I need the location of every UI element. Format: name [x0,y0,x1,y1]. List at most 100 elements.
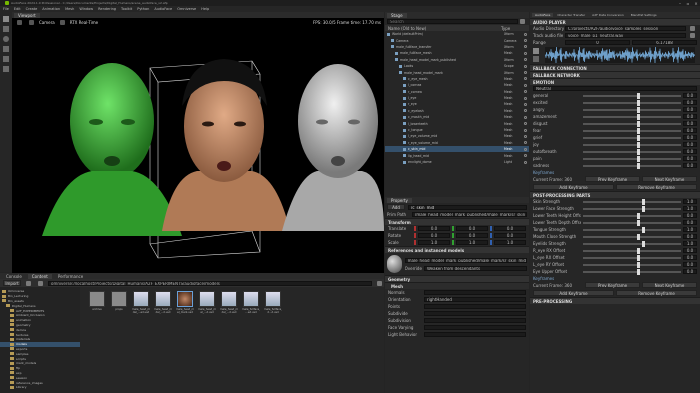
slider-knob[interactable] [636,269,640,275]
folder-icon[interactable] [690,26,695,31]
slider[interactable] [583,219,681,226]
visibility-icon[interactable] [524,58,527,62]
slider[interactable] [583,92,681,99]
file-item[interactable]: male_head_mo del_...d.usd [220,291,238,391]
add-keyframe2-button[interactable]: Add Keyframe [533,290,614,296]
stage-col-type[interactable]: Type [501,26,529,31]
visibility-icon[interactable] [524,109,527,113]
transform-value-field[interactable]: 0.0 [418,226,450,231]
tab-performance[interactable]: Performance [54,274,87,279]
menu-item[interactable]: Rendering [98,7,116,11]
slider[interactable] [583,198,681,205]
slider-value[interactable]: 0.0 [683,135,697,140]
maximize-icon[interactable]: ▫ [684,1,692,6]
slider[interactable] [583,226,681,233]
range-from-field[interactable]: 0 [565,40,630,45]
slider[interactable] [583,254,681,261]
file-item[interactable]: male_head_mod el_mark.usd [176,291,194,391]
rotate-tool-icon[interactable] [3,36,9,42]
remove-keyframe-button[interactable]: Remove Keyframe [616,184,697,190]
tree-item[interactable]: Library [0,385,80,390]
slider-value[interactable]: 0.0 [683,220,697,225]
visibility-icon[interactable] [524,71,527,75]
reference-path-field[interactable]: male_head_model_mark_published/male_mark… [404,257,527,263]
fallback-connection-header[interactable]: FALLBACK CONNECTION [530,64,700,71]
import-button[interactable]: Import [3,280,21,286]
visibility-icon[interactable] [524,39,527,43]
slider-value[interactable]: 0.0 [683,248,697,253]
slider[interactable] [583,120,681,127]
renderer-selector[interactable]: RTX Real-Time [70,20,98,25]
geometry-value-field[interactable] [424,318,526,323]
slider-value[interactable]: 0.0 [683,121,697,126]
emotion-dropdown[interactable]: Neutral [533,86,697,91]
slider-value[interactable]: 1.0 [683,241,697,246]
rtx-icon[interactable] [59,19,65,25]
minimize-icon[interactable]: – [676,1,684,6]
visibility-icon[interactable] [524,154,527,158]
file-item[interactable]: male_head_mo del_...ed.usd [132,291,150,391]
slider[interactable] [583,233,681,240]
slider-value[interactable]: 0.0 [683,93,697,98]
visibility-icon[interactable] [524,45,527,49]
visibility-icon[interactable] [524,122,527,126]
slider-knob[interactable] [636,163,640,169]
slider-value[interactable]: 0.0 [683,255,697,260]
geometry-value-field[interactable]: rightHanded [424,297,526,302]
transform-value-field[interactable]: 0.0 [494,233,526,238]
visibility-icon[interactable] [524,147,527,151]
search-icon[interactable] [377,280,382,286]
transform-value-field[interactable]: 0.0 [456,226,488,231]
tab-audioface-3[interactable]: Blendfat Settings [628,13,660,17]
menu-item[interactable]: Toolkit [121,7,132,11]
prev-keyframe2-button[interactable]: Prev Keyframe [585,282,640,288]
slider[interactable] [583,99,681,106]
menu-item[interactable]: Mesh [65,7,74,11]
geometry-section-header[interactable]: Geometry [385,275,529,282]
menu-item[interactable]: Python [137,7,149,11]
remove-keyframe2-button[interactable]: Remove Keyframe [616,290,697,296]
visibility-icon[interactable] [524,134,527,138]
audio-dir-field[interactable]: C:/projects/A2F/audio/voice_samples_sess… [565,26,686,31]
emotion-header[interactable]: EMOTION [530,78,700,85]
transform-value-field[interactable]: 0.0 [494,226,526,231]
file-item[interactable]: male_fullface_us d...d.usd [264,291,282,391]
play-button-icon[interactable] [533,48,539,54]
post-processing-header[interactable]: POST-PROCESSING PARTS [530,191,700,198]
add-property-button[interactable]: Add [387,204,405,210]
audio-player-header[interactable]: AUDIO PLAYER [530,18,700,25]
visibility-icon[interactable] [524,51,527,55]
menu-item[interactable]: Animation [42,7,60,11]
next-keyframe2-button[interactable]: Next Keyframe [642,282,697,288]
pre-processing-header[interactable]: PRE-PROCESSING [530,297,700,304]
slider-value[interactable]: 0.0 [683,149,697,154]
tab-stage[interactable]: Stage [387,12,407,18]
menu-item[interactable]: Create [26,7,38,11]
file-item[interactable]: male_head_mo del_...d.usd [154,291,172,391]
slider-value[interactable]: 0.0 [683,107,697,112]
back-icon[interactable] [26,280,31,286]
filter-icon[interactable] [520,19,525,24]
camera-selector[interactable]: Camera [39,20,55,25]
forward-icon[interactable] [38,280,43,286]
visibility-icon[interactable] [524,115,527,119]
visibility-icon[interactable] [524,32,527,36]
visibility-icon[interactable] [524,102,527,106]
transform-value-field[interactable]: 0.0 [418,233,450,238]
close-icon[interactable]: × [692,1,700,6]
transform-value-field[interactable]: 1.0 [456,240,488,245]
prim-name-field[interactable]: /c_skin_mid [408,204,527,210]
move-tool-icon[interactable] [3,26,9,32]
prev-keyframe-button[interactable]: Prev Keyframe [585,176,640,182]
visibility-icon[interactable] [524,64,527,68]
slider[interactable] [583,113,681,120]
slider[interactable] [583,205,681,212]
slider[interactable] [583,268,681,275]
transform-value-field[interactable]: 0.0 [456,233,488,238]
slider[interactable] [583,127,681,134]
viewport-scene[interactable] [12,26,384,273]
slider[interactable] [583,155,681,162]
file-item[interactable]: props [110,291,128,391]
tab-audioface-2[interactable]: A2F Data Conversion [589,13,627,17]
menu-item[interactable]: Omniverse [177,7,196,11]
